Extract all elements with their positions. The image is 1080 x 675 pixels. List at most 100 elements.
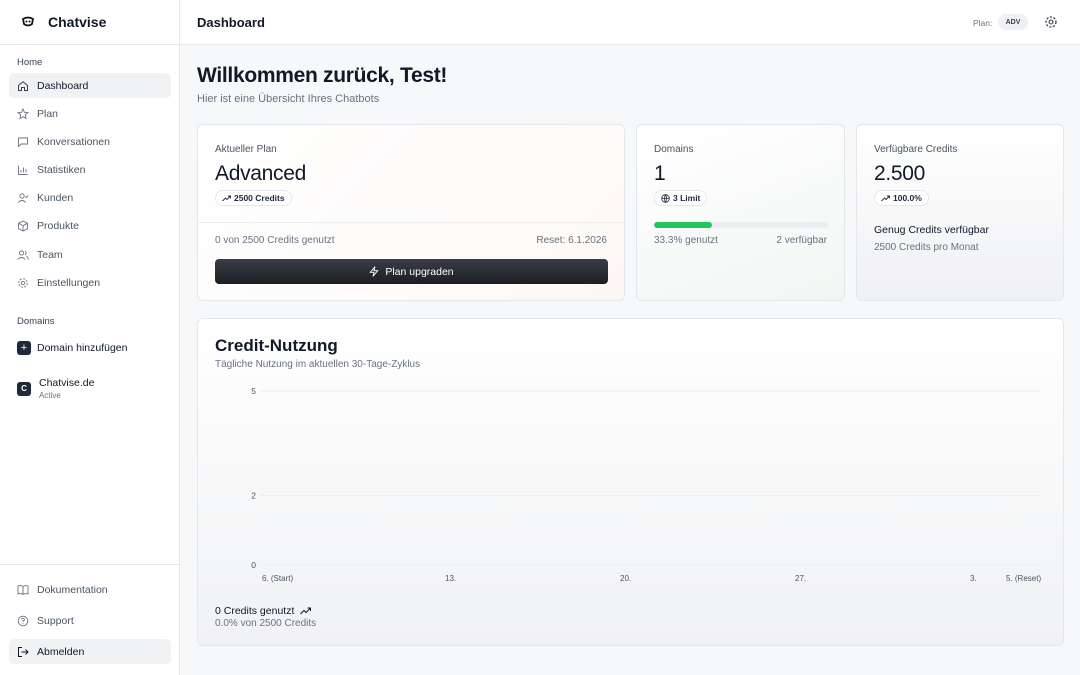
plan-name: Advanced [215, 162, 307, 185]
star-icon [17, 107, 29, 119]
logout-icon [18, 646, 29, 657]
sidebar-item-label: Statistiken [37, 163, 86, 176]
plan-credits-badge: 2500 Credits [215, 190, 292, 206]
domain-name: Chatvise.de [39, 377, 95, 389]
chart-x-tick-label: 6. (Start) [262, 574, 293, 583]
plan-card-label: Aktueller Plan [215, 144, 277, 155]
plan-label: Plan: [973, 18, 993, 28]
credit-usage-total-label: 0 Credits genutzt [215, 605, 295, 617]
home-icon [18, 80, 28, 91]
credit-usage-title: Credit-Nutzung [215, 336, 338, 355]
sidebar-item-label: Plan [37, 107, 59, 120]
plan-credits-badge-label: 2500 Credits [234, 193, 285, 203]
users-icon [17, 250, 29, 260]
sidebar-item-label: Produkte [37, 219, 80, 232]
chat-icon [18, 137, 28, 148]
sidebar-item-produkte[interactable]: Produkte [9, 213, 171, 238]
sidebar-item-label: Einstellungen [37, 276, 101, 289]
sidebar-item-label: Abmelden [37, 645, 85, 658]
bar-chart-icon [18, 165, 28, 175]
sidebar-item-label: Support [37, 614, 74, 627]
credit-usage-total: 0 Credits genutzt [215, 605, 312, 617]
chart-y-tick-label: 2 [251, 490, 256, 500]
plan-badge[interactable]: ADV [998, 14, 1028, 30]
chart-x-tick-label: 13. [445, 574, 456, 583]
chart-y-tick-label: 5 [251, 386, 256, 396]
add-domain-button[interactable]: + Domain hinzufügen [17, 341, 127, 355]
sidebar-item-plan[interactable]: Plan [9, 101, 171, 126]
plan-upgrade-label: Plan upgraden [385, 265, 454, 278]
user-icon [17, 192, 29, 203]
book-icon [17, 584, 29, 595]
domains-progress-track [654, 222, 828, 228]
plan-reset-text: Reset: 6.1.2026 [536, 235, 607, 246]
page-title: Dashboard [197, 15, 265, 30]
chatvise-logo-icon [21, 16, 35, 27]
sidebar-item-label: Dokumentation [37, 583, 108, 596]
app-name: Chatvise [48, 14, 107, 30]
chart-x-tick-label: 27. [795, 574, 806, 583]
domains-card: Domains 1 3 Limit 33.3% genutzt 2 verfüg… [636, 124, 845, 301]
sidebar-item-konversationen[interactable]: Konversationen [9, 129, 171, 154]
credits-status: Genug Credits verfügbar [874, 224, 989, 236]
sidebar-item-einstellungen[interactable]: Einstellungen [9, 270, 171, 295]
section-home-label: Home [17, 57, 43, 68]
chart-x-tick-label: 3. [970, 574, 977, 583]
credit-usage-subtitle: Tägliche Nutzung im aktuellen 30-Tage-Zy… [215, 359, 421, 370]
settings-gear-icon[interactable] [1044, 15, 1058, 29]
sidebar: Chatvise Home Dashboard Plan Konversatio… [0, 0, 180, 675]
welcome-subtitle: Hier ist eine Übersicht Ihres Chatbots [197, 93, 380, 105]
plan-upgrade-button[interactable]: Plan upgraden [215, 259, 608, 284]
sidebar-item-label: Team [37, 248, 63, 261]
trending-up-icon [222, 195, 231, 201]
top-bar: Dashboard Plan: ADV [180, 0, 1080, 45]
sidebar-item-label: Kunden [37, 191, 74, 204]
credits-percent-badge: 100.0% [874, 190, 929, 206]
welcome-title: Willkommen zurück, Test! [197, 64, 448, 87]
zap-icon [369, 266, 380, 277]
domains-limit-label: 3 Limit [673, 193, 701, 203]
plus-icon: + [17, 341, 31, 355]
sidebar-item-label: Konversationen [37, 135, 110, 148]
sidebar-item-abmelden[interactable]: Abmelden [9, 639, 171, 664]
domains-count: 1 [654, 162, 666, 185]
box-icon [18, 219, 28, 232]
credits-value: 2.500 [874, 162, 926, 185]
sidebar-item-statistiken[interactable]: Statistiken [9, 157, 171, 182]
domain-status: Active [39, 391, 61, 400]
trending-up-icon [881, 195, 890, 201]
chart-x-tick-label: 20. [620, 574, 631, 583]
add-domain-label: Domain hinzufügen [37, 342, 128, 354]
domain-item[interactable]: C Chatvise.de Active [17, 377, 94, 400]
credit-usage-card: Credit-Nutzung Tägliche Nutzung im aktue… [197, 318, 1064, 646]
credit-usage-chart: 5 2 0 6. (Start) 13. 20. 27. 3. 5. (Reset) [251, 386, 1041, 583]
domains-available-text: 2 verfügbar [776, 235, 827, 246]
credits-per-month: 2500 Credits pro Monat [874, 242, 979, 253]
credits-card: Verfügbare Credits 2.500 100.0% Genug Cr… [856, 124, 1064, 301]
brand[interactable]: Chatvise [0, 0, 179, 45]
sidebar-item-dokumentation[interactable]: Dokumentation [9, 577, 171, 602]
domains-progress-fill [654, 222, 712, 228]
plan-card-divider [198, 222, 624, 223]
sidebar-item-dashboard[interactable]: Dashboard [9, 73, 171, 98]
sidebar-item-kunden[interactable]: Kunden [9, 185, 171, 210]
sidebar-divider [0, 564, 179, 565]
chart-x-tick-label: 5. (Reset) [1006, 574, 1041, 583]
plan-card: Aktueller Plan Advanced 2500 Credits 0 v… [197, 124, 625, 301]
sidebar-item-support[interactable]: Support [9, 608, 171, 633]
domains-limit-badge: 3 Limit [654, 190, 708, 206]
gear-icon [18, 277, 28, 288]
domains-card-label: Domains [654, 144, 694, 155]
credits-card-label: Verfügbare Credits [874, 144, 958, 155]
chart-y-tick-label: 0 [251, 560, 256, 570]
globe-icon [661, 193, 670, 203]
sidebar-item-team[interactable]: Team [9, 242, 171, 267]
domains-used-text: 33.3% genutzt [654, 235, 718, 246]
help-icon [17, 615, 29, 626]
sidebar-item-label: Dashboard [37, 79, 89, 92]
domain-avatar: C [17, 381, 31, 396]
credits-percent-label: 100.0% [893, 193, 922, 203]
credit-usage-percent: 0.0% von 2500 Credits [215, 618, 317, 629]
plan-usage-text: 0 von 2500 Credits genutzt [215, 235, 335, 246]
section-domains-label: Domains [17, 316, 55, 327]
